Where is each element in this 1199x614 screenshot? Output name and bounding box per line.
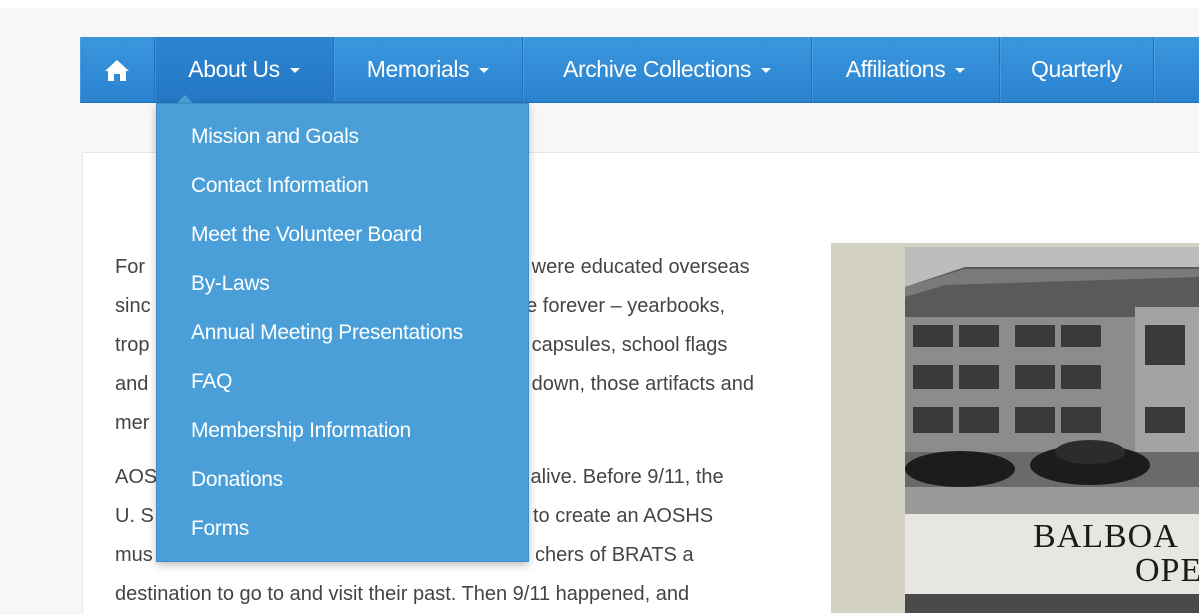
body-text-fragment: chers of BRATS a <box>535 544 694 566</box>
chevron-down-icon <box>955 68 966 73</box>
body-text-fragment: U. S <box>115 505 154 527</box>
chevron-down-icon <box>760 68 771 73</box>
menu-item-by-laws[interactable]: By-Laws <box>191 272 270 296</box>
top-strip <box>0 0 1199 8</box>
chevron-down-icon <box>479 68 490 73</box>
nav-about-us-label: About Us <box>188 56 280 82</box>
photo-caption: BALBOA OPE <box>905 514 1199 594</box>
nav-memorials[interactable]: Memorials <box>334 37 523 102</box>
body-text-fragment: ne forever – yearbooks, <box>515 295 726 317</box>
nav-filler <box>1154 37 1199 102</box>
nav-archive-collections[interactable]: Archive Collections <box>523 37 812 102</box>
caption-line-1: BALBOA <box>1033 518 1179 555</box>
body-text-fragment: o were educated overseas <box>515 256 750 278</box>
nav-archive-collections-label: Archive Collections <box>563 56 751 82</box>
caption-line-2: OPE <box>1135 552 1199 589</box>
body-text-fragment: mer <box>115 412 150 434</box>
body-text-fragment: trop <box>115 334 150 356</box>
menu-item-annual-meeting-presentations[interactable]: Annual Meeting Presentations <box>191 321 463 345</box>
body-text-fragment: to create an AOSHS <box>533 505 714 527</box>
menu-item-faq[interactable]: FAQ <box>191 370 232 394</box>
body-text-fragment: sinc <box>115 295 151 317</box>
nav-memorials-label: Memorials <box>366 56 470 82</box>
body-text-fragment: and <box>115 373 149 395</box>
menu-item-mission-and-goals[interactable]: Mission and Goals <box>191 125 359 149</box>
body-text-line: destination to go to and visit their pas… <box>115 583 690 605</box>
body-text-fragment: s alive. Before 9/11, the <box>515 466 724 488</box>
menu-item-forms[interactable]: Forms <box>191 517 249 541</box>
menu-item-membership-information[interactable]: Membership Information <box>191 419 411 443</box>
nav-quarterly[interactable]: Quarterly <box>1000 37 1154 102</box>
nav-affiliations[interactable]: Affiliations <box>812 37 1000 102</box>
menu-item-volunteer-board[interactable]: Meet the Volunteer Board <box>191 223 422 247</box>
body-text-fragment: For <box>115 256 145 278</box>
main-navbar: About Us Memorials Archive Collections A… <box>80 37 1199 103</box>
about-us-dropdown-menu: Mission and Goals Contact Information Me… <box>156 103 529 562</box>
nav-quarterly-label: Quarterly <box>1031 56 1122 82</box>
body-text-fragment: e down, those artifacts and <box>515 373 755 395</box>
body-text-fragment: mus <box>115 544 153 566</box>
nav-affiliations-label: Affiliations <box>845 56 946 82</box>
nav-home[interactable] <box>80 37 155 102</box>
body-text-fragment: e capsules, school flags <box>515 334 728 356</box>
nav-about-us[interactable]: About Us <box>155 37 334 102</box>
menu-item-donations[interactable]: Donations <box>191 468 283 492</box>
menu-item-contact-information[interactable]: Contact Information <box>191 174 369 198</box>
body-text-fragment: AOS <box>115 466 158 488</box>
home-icon <box>104 58 130 82</box>
chevron-down-icon <box>289 68 300 73</box>
